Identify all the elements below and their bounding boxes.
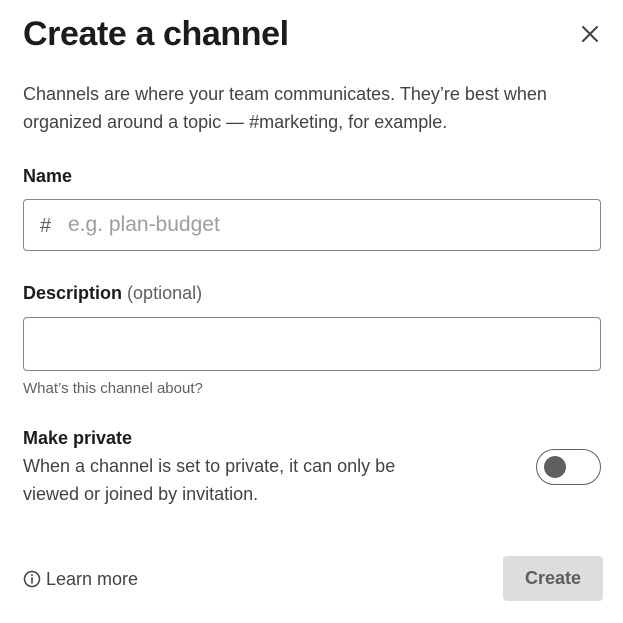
info-icon [23,570,41,588]
hash-prefix: # [40,215,52,237]
toggle-knob [544,456,566,478]
close-button[interactable] [574,18,606,50]
make-private-label: Make private [23,428,133,448]
dialog-title: Create a channel [23,15,289,53]
name-input[interactable] [68,200,588,250]
dialog-intro-text: Channels are where your team communicate… [23,84,547,132]
create-button[interactable]: Create [503,556,603,601]
make-private-toggle[interactable] [536,449,601,485]
create-channel-dialog: Create a channel Channels are where your… [0,0,623,623]
description-label-text: Description [23,283,123,303]
optional-label: (optional) [127,283,203,303]
learn-more-label: Learn more [46,569,139,589]
description-hint: What’s this channel about? [23,380,203,397]
name-label: Name [23,166,73,186]
make-private-description: When a channel is set to private, it can… [23,456,396,504]
description-field[interactable] [23,317,601,371]
name-field[interactable]: # [23,199,601,251]
description-input[interactable] [38,318,588,370]
learn-more-link[interactable]: Learn more [23,566,138,592]
close-icon [582,26,598,42]
description-label: Description (optional) [23,281,202,305]
